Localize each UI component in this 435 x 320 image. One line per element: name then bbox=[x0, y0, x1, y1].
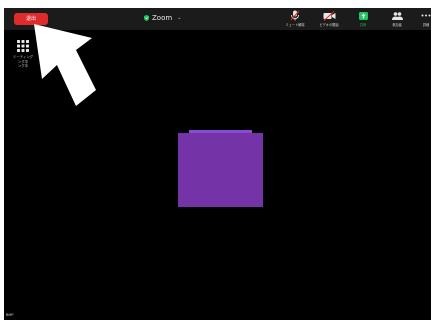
participants-label: 参加者 bbox=[392, 23, 402, 27]
more-icon bbox=[421, 14, 431, 17]
video-button[interactable]: ビデオの開始 bbox=[312, 10, 346, 30]
microphone-muted-icon bbox=[290, 10, 300, 21]
apps-label: ミーティング ング中 ング中 bbox=[13, 55, 33, 69]
meeting-title[interactable]: Zoom ⌄ bbox=[144, 12, 181, 24]
video-label: ビデオの開始 bbox=[319, 23, 339, 27]
participants-icon bbox=[391, 11, 403, 20]
pointer-arrow-icon bbox=[34, 24, 96, 106]
chevron-down-icon: ⌄ bbox=[177, 15, 182, 21]
mute-button[interactable]: ミュート解除 bbox=[278, 10, 312, 30]
apps-label-line1: ミーティング bbox=[12, 55, 34, 59]
meeting-title-label: Zoom bbox=[152, 14, 173, 22]
share-label: 共有 bbox=[359, 23, 367, 27]
share-button[interactable]: 共有 bbox=[346, 10, 380, 30]
participant-video-tile bbox=[178, 133, 263, 207]
video-off-icon bbox=[323, 10, 335, 21]
corner-label: BMP bbox=[6, 313, 14, 317]
shield-icon bbox=[144, 15, 149, 21]
share-screen-icon bbox=[358, 11, 368, 20]
more-label: 詳細 bbox=[422, 23, 430, 27]
apps-grid-icon bbox=[17, 40, 29, 52]
more-button[interactable]: 詳細 bbox=[409, 10, 435, 30]
apps-label-line3: ング中 bbox=[17, 64, 29, 68]
mute-label: ミュート解除 bbox=[285, 23, 305, 27]
